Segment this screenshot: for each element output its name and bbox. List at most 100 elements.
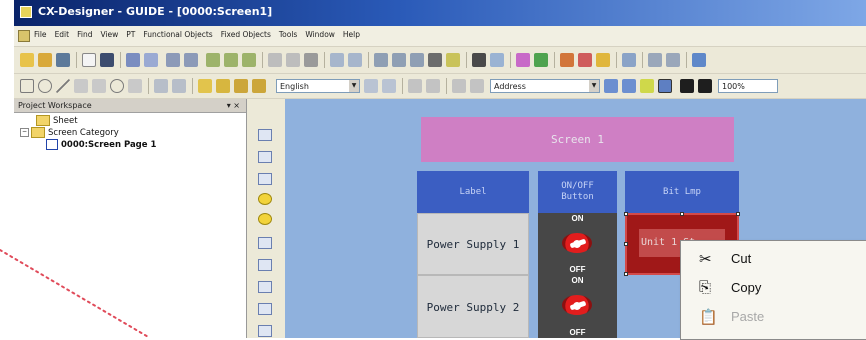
- menu-window[interactable]: Window: [305, 30, 335, 39]
- menu-find[interactable]: Find: [77, 30, 92, 39]
- screen-properties-icon[interactable]: [144, 53, 158, 67]
- power-supply-2-label[interactable]: Power Supply 2: [417, 275, 529, 338]
- transfer-icon[interactable]: [206, 53, 220, 67]
- send-back-icon[interactable]: [252, 79, 266, 93]
- line-icon[interactable]: [56, 79, 70, 93]
- language-select[interactable]: English ▼: [276, 79, 360, 93]
- delete-icon[interactable]: [428, 53, 442, 67]
- arc-icon[interactable]: [128, 79, 142, 93]
- format-painter-icon[interactable]: [446, 53, 460, 67]
- save-icon[interactable]: [56, 53, 70, 67]
- selection-handle[interactable]: [624, 272, 628, 276]
- grid-icon[interactable]: [166, 53, 180, 67]
- collapse-icon[interactable]: −: [20, 128, 29, 137]
- print-preview-icon[interactable]: [268, 53, 282, 67]
- help-icon[interactable]: [692, 53, 706, 67]
- open-icon[interactable]: [38, 53, 52, 67]
- text-object-icon[interactable]: [258, 151, 272, 163]
- group-icon[interactable]: [198, 79, 212, 93]
- zoom-page-icon[interactable]: [286, 53, 300, 67]
- zoom-select[interactable]: 100%: [718, 79, 778, 93]
- power-supply-1-switch[interactable]: ON OFF: [538, 213, 617, 275]
- ellipse-icon[interactable]: [38, 79, 52, 93]
- save-screen-icon[interactable]: [100, 53, 114, 67]
- print-icon[interactable]: [304, 53, 318, 67]
- onoff-button-header[interactable]: ON/OFF Button: [538, 171, 617, 213]
- line-color-icon[interactable]: [698, 79, 712, 93]
- address-icon[interactable]: [604, 79, 618, 93]
- bit-lamp-object-icon[interactable]: [258, 193, 272, 205]
- tools-icon[interactable]: [560, 53, 574, 67]
- chevron-down-icon[interactable]: ▼: [589, 80, 599, 92]
- label-icon[interactable]: [640, 79, 654, 93]
- check-icon[interactable]: [534, 53, 548, 67]
- selection-handle[interactable]: [624, 212, 628, 216]
- settings-icon[interactable]: [578, 53, 592, 67]
- menu-pt[interactable]: PT: [126, 30, 135, 39]
- symbol-table-icon[interactable]: [622, 79, 636, 93]
- power-supply-1-label[interactable]: Power Supply 1: [417, 213, 529, 275]
- language-edit-icon[interactable]: [364, 79, 378, 93]
- label-header[interactable]: Label: [417, 171, 529, 213]
- redo-icon[interactable]: [348, 53, 362, 67]
- graph-object-icon[interactable]: [258, 303, 272, 315]
- test-icon[interactable]: [516, 53, 530, 67]
- chevron-down-icon[interactable]: ▼: [349, 80, 359, 92]
- distribute-icon[interactable]: [172, 79, 186, 93]
- menu-functional-objects[interactable]: Functional Objects: [143, 30, 212, 39]
- tree-item-sheet[interactable]: Sheet: [36, 115, 78, 126]
- numeral-object-icon[interactable]: [258, 237, 272, 249]
- menu-fixed-objects[interactable]: Fixed Objects: [221, 30, 271, 39]
- context-menu-cut[interactable]: ✂ Cut: [681, 245, 866, 273]
- list-selector-object-icon[interactable]: [258, 281, 272, 293]
- selection-handle[interactable]: [624, 242, 628, 246]
- menu-view[interactable]: View: [100, 30, 118, 39]
- ungroup-icon[interactable]: [216, 79, 230, 93]
- polyline-icon[interactable]: [74, 79, 88, 93]
- address-mode-select[interactable]: Address ▼: [490, 79, 600, 93]
- new-screen-icon[interactable]: [82, 53, 96, 67]
- context-menu-copy[interactable]: ⎘ Copy: [681, 274, 866, 302]
- context-menu-paste[interactable]: 📋 Paste: [681, 303, 866, 331]
- folder-icon[interactable]: [596, 53, 610, 67]
- forward-icon[interactable]: [666, 53, 680, 67]
- copy-icon[interactable]: [392, 53, 406, 67]
- screen-title-object[interactable]: Screen 1: [421, 117, 734, 162]
- snap-icon[interactable]: [184, 53, 198, 67]
- menu-help[interactable]: Help: [343, 30, 360, 39]
- button-object-icon[interactable]: [258, 129, 272, 141]
- list-icon[interactable]: [426, 79, 440, 93]
- menu-file[interactable]: File: [34, 30, 47, 39]
- new-project-icon[interactable]: [20, 53, 34, 67]
- selection-handle[interactable]: [736, 212, 740, 216]
- table-icon[interactable]: [408, 79, 422, 93]
- display-object-icon[interactable]: [258, 173, 272, 185]
- undo-icon[interactable]: [330, 53, 344, 67]
- state-on-icon[interactable]: [452, 79, 466, 93]
- word-lamp-object-icon[interactable]: [258, 213, 272, 225]
- tree-item-screen-page-1[interactable]: 0000:Screen Page 1: [46, 139, 156, 150]
- cut-icon[interactable]: [374, 53, 388, 67]
- title-bar[interactable]: CX-Designer - GUIDE - [0000:Screen1]: [14, 0, 866, 26]
- power-supply-2-switch[interactable]: ON OFF: [538, 275, 617, 338]
- state-off-icon[interactable]: [470, 79, 484, 93]
- rectangle-icon[interactable]: [20, 79, 34, 93]
- transfer-from-pt-icon[interactable]: [242, 53, 256, 67]
- align-icon[interactable]: [154, 79, 168, 93]
- bit-lamp-header[interactable]: Bit Lmp: [625, 171, 739, 213]
- string-object-icon[interactable]: [258, 259, 272, 271]
- back-icon[interactable]: [648, 53, 662, 67]
- menu-tools[interactable]: Tools: [279, 30, 297, 39]
- screen-list-icon[interactable]: [126, 53, 140, 67]
- screen-icon[interactable]: [658, 79, 672, 93]
- circle-icon[interactable]: [110, 79, 124, 93]
- bring-front-icon[interactable]: [234, 79, 248, 93]
- tree-item-screen-category[interactable]: − Screen Category: [20, 127, 119, 138]
- language-switch-icon[interactable]: [382, 79, 396, 93]
- transfer-to-pt-icon[interactable]: [224, 53, 238, 67]
- workspace-controls[interactable]: ▾ ×: [227, 99, 240, 113]
- alarm-object-icon[interactable]: [258, 325, 272, 337]
- fill-color-icon[interactable]: [680, 79, 694, 93]
- polygon-icon[interactable]: [92, 79, 106, 93]
- replace-icon[interactable]: [490, 53, 504, 67]
